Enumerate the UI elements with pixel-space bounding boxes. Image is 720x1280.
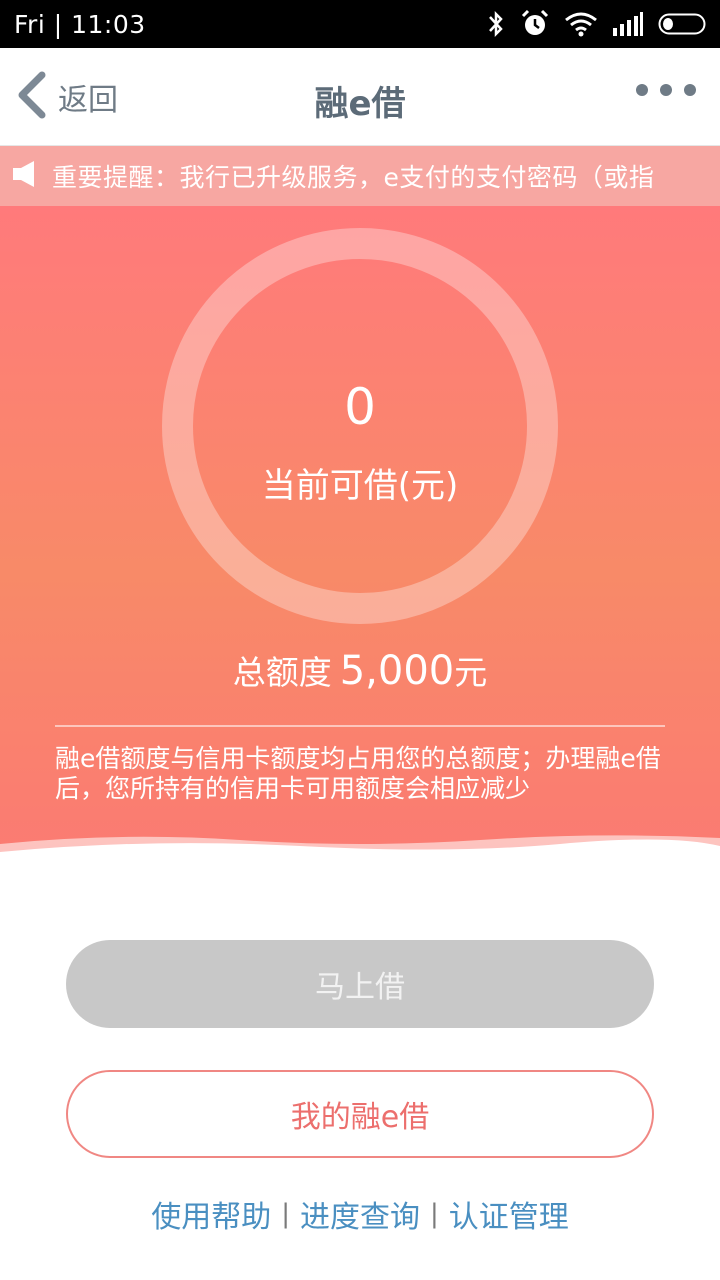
bluetooth-icon [486, 10, 506, 38]
notice-banner[interactable]: 重要提醒：我行已升级服务，e支付的支付密码（或指 [0, 146, 720, 206]
status-bar: Fri | 11:03 [0, 0, 720, 48]
link-separator: | [430, 1199, 439, 1229]
total-limit: 总额度 5,000元 [0, 646, 720, 694]
auth-management-link[interactable]: 认证管理 [449, 1192, 569, 1236]
credit-summary: 0 当前可借(元) 总额度 5,000元 融e借额度与信用卡额度均占用您的总额度；… [0, 206, 720, 870]
total-limit-unit: 元 [454, 653, 488, 692]
borrow-now-button[interactable]: 马上借 [66, 940, 654, 1028]
wave-divider [0, 835, 720, 870]
page-title: 融e借 [314, 84, 406, 124]
more-dot-icon [636, 84, 648, 96]
link-separator: | [281, 1199, 290, 1229]
divider [55, 725, 665, 727]
more-dot-icon [660, 84, 672, 96]
limit-description: 融e借额度与信用卡额度均占用您的总额度；办理融e借后，您所持有的信用卡可用额度会… [55, 744, 661, 803]
progress-link[interactable]: 进度查询 [300, 1192, 420, 1236]
signal-icon [612, 12, 644, 36]
wifi-icon [564, 11, 598, 37]
total-limit-amount: 5,000 [339, 648, 455, 694]
status-time: Fri | 11:03 [14, 9, 146, 39]
nav-bar: 返回 融e借 [0, 48, 720, 146]
available-amount: 0 [344, 378, 376, 436]
help-link[interactable]: 使用帮助 [151, 1192, 271, 1236]
battery-icon [658, 13, 706, 35]
alarm-icon [520, 9, 550, 39]
my-loan-button[interactable]: 我的融e借 [66, 1070, 654, 1158]
available-label: 当前可借(元) [261, 466, 459, 506]
speaker-icon [12, 159, 40, 193]
notice-text: 重要提醒：我行已升级服务，e支付的支付密码（或指 [52, 163, 655, 192]
more-dot-icon [684, 84, 696, 96]
footer-links: 使用帮助 | 进度查询 | 认证管理 [0, 1192, 720, 1236]
total-limit-label: 总额度 [232, 653, 332, 692]
more-button[interactable] [636, 84, 696, 96]
